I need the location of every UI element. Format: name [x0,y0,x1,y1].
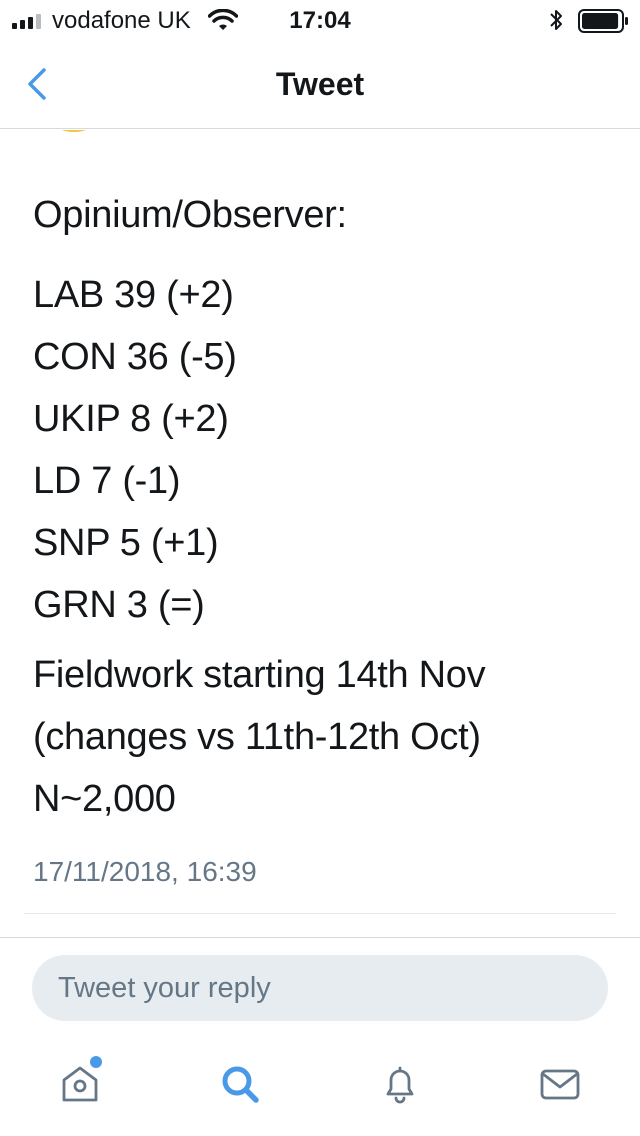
poll-results: LAB 39 (+2) CON 36 (-5) UKIP 8 (+2) LD 7… [33,264,623,636]
reply-placeholder: Tweet your reply [58,972,271,1004]
page-title: Tweet [275,66,365,102]
poll-line: SNP 5 (+1) [33,522,219,564]
tab-search[interactable] [210,1062,270,1118]
poll-line: LD 7 (-1) [33,460,181,502]
poll-line: CON 36 (-5) [33,336,237,378]
navigation-bar: Tweet [0,40,640,129]
tab-notifications[interactable] [370,1062,430,1118]
search-icon [222,1066,259,1103]
divider [0,937,640,938]
changes-line: (changes vs 11th-12th Oct) [33,716,481,758]
tweet-text: Opinium/Observer: LAB 39 (+2) CON 36 (-5… [33,190,623,830]
battery-icon [578,9,628,33]
status-time: 17:04 [289,7,351,34]
tab-bar [0,1048,640,1136]
bluetooth-icon [550,10,562,30]
poll-line: LAB 39 (+2) [33,274,234,316]
notification-dot [90,1056,102,1068]
mail-icon [540,1069,580,1100]
reply-input[interactable]: Tweet your reply [32,955,608,1021]
tweet-timestamp: 17/11/2018, 16:39 [33,856,257,887]
tweet-heading: Opinium/Observer: [33,194,347,236]
bell-icon [386,1066,414,1104]
poll-line: UKIP 8 (+2) [33,398,229,440]
poll-line: GRN 3 (=) [33,584,205,626]
tweet-footer: Fieldwork starting 14th Nov (changes vs … [33,644,623,830]
sample-size-line: N~2,000 [33,778,176,820]
tab-home[interactable] [50,1056,110,1118]
fieldwork-line: Fieldwork starting 14th Nov [33,654,486,696]
divider [24,913,616,914]
tab-messages[interactable] [530,1062,590,1118]
home-icon [62,1066,98,1102]
status-bar: vodafone UK 17:04 [0,0,640,40]
